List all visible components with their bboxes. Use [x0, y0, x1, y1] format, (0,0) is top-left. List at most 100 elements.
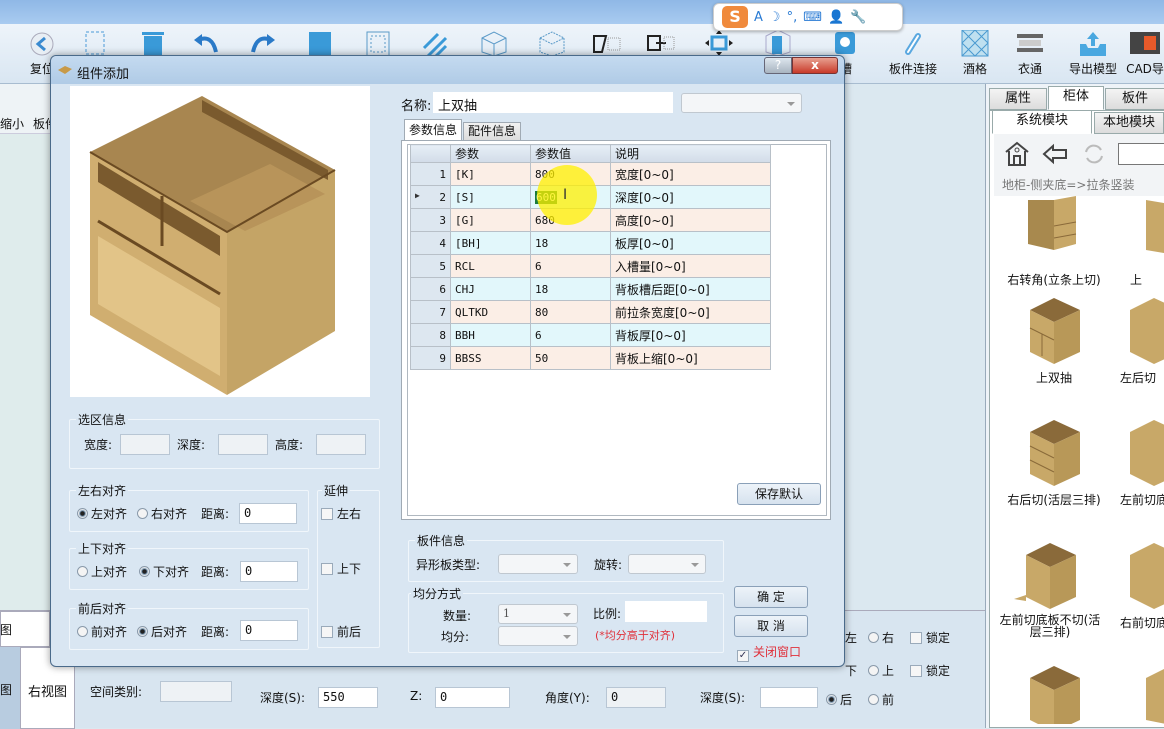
value-cell[interactable]: 18 [530, 277, 611, 301]
view-tab-left[interactable]: 图 [0, 621, 12, 638]
param-cell[interactable]: [G] [450, 208, 531, 232]
name-type-select[interactable] [681, 93, 802, 113]
desc-cell[interactable]: 宽度[0~0] [610, 162, 771, 186]
tab-system-modules[interactable]: 系统模块 [992, 110, 1092, 134]
ratio-input[interactable] [625, 601, 707, 622]
wrench-icon[interactable]: 🔧 [850, 10, 866, 25]
value-cell[interactable]: 800 [530, 162, 611, 186]
value-cell[interactable]: 600 [530, 185, 611, 209]
hatch-icon[interactable] [420, 30, 450, 58]
zoom-out-button[interactable]: 缩小 [0, 115, 24, 132]
view-tab-left2[interactable]: 图 [0, 681, 12, 698]
param-cell[interactable]: [BH] [450, 231, 531, 255]
trash-icon[interactable] [138, 28, 168, 58]
depth-input[interactable]: 550 [318, 687, 378, 708]
move-right-icon[interactable] [646, 32, 678, 56]
desc-cell[interactable]: 入槽量[0~0] [610, 254, 771, 278]
param-cell[interactable]: RCL [450, 254, 531, 278]
ime-mode-icon[interactable]: A [754, 10, 763, 25]
shape-type-select[interactable] [498, 554, 578, 574]
desc-cell[interactable]: 背板上缩[0~0] [610, 346, 771, 370]
cube-dashed-icon[interactable] [536, 28, 568, 58]
ud-distance-input[interactable]: 0 [240, 561, 298, 582]
help-button[interactable]: ? [764, 57, 792, 74]
library-item[interactable]: 右转角(立条上切) [1004, 196, 1104, 288]
name-input[interactable]: 上双抽 [433, 92, 673, 114]
extend-fb-checkbox[interactable]: 前后 [321, 623, 361, 640]
cad-export-button[interactable]: CAD导 [1123, 26, 1164, 82]
table-row[interactable]: 3 [G] 680 高度[0~0] [410, 208, 771, 232]
param-cell[interactable]: CHJ [450, 277, 531, 301]
library-search-input[interactable] [1118, 143, 1164, 165]
table-row[interactable]: 7 QLTKD 80 前拉条宽度[0~0] [410, 300, 771, 324]
hanger-rod-button[interactable]: 衣通 [1010, 26, 1050, 82]
back-icon[interactable] [1041, 142, 1069, 166]
library-item[interactable]: 上 [1106, 196, 1164, 288]
header-value[interactable]: 参数值 [530, 144, 611, 163]
ime-punct-icon[interactable]: °, [787, 10, 798, 25]
extend-ud-checkbox[interactable]: 上下 [321, 560, 361, 577]
right-view-tab[interactable]: 右视图 [28, 681, 67, 700]
radio-front[interactable]: 前 [868, 691, 894, 708]
value-cell[interactable]: 50 [530, 346, 611, 370]
depth2-input[interactable] [760, 687, 818, 708]
redo-icon[interactable] [247, 30, 277, 58]
param-cell[interactable]: BBSS [450, 346, 531, 370]
table-row[interactable]: 1 [K] 800 宽度[0~0] [410, 162, 771, 186]
split-select[interactable] [498, 626, 578, 646]
tab-local-modules[interactable]: 本地模块 [1094, 112, 1164, 134]
tab-cabinet[interactable]: 柜体 [1048, 86, 1104, 110]
table-row[interactable]: 5 RCL 6 入槽量[0~0] [410, 254, 771, 278]
close-button[interactable]: x [792, 57, 838, 74]
sel-width-input[interactable] [120, 434, 170, 455]
radio-left-align[interactable]: 左对齐 [77, 505, 127, 522]
desc-cell[interactable]: 高度[0~0] [610, 208, 771, 232]
value-cell[interactable]: 80 [530, 300, 611, 324]
param-cell[interactable]: QLTKD [450, 300, 531, 324]
row-number[interactable]: 9 [410, 346, 451, 370]
value-cell[interactable]: 680 [530, 208, 611, 232]
row-number[interactable]: 4 [410, 231, 451, 255]
lock-checkbox-2[interactable]: 锁定 [910, 662, 950, 679]
ok-button[interactable]: 确 定 [734, 586, 808, 608]
count-select[interactable]: 1 [498, 604, 578, 624]
table-row[interactable]: 9 BBSS 50 背板上缩[0~0] [410, 346, 771, 370]
param-cell[interactable]: [K] [450, 162, 531, 186]
table-row[interactable]: 8 BBH 6 背板厚[0~0] [410, 323, 771, 347]
keyboard-icon[interactable]: ⌨ [803, 10, 822, 25]
radio-back[interactable]: 后 [826, 691, 852, 708]
dialog-title-bar[interactable]: 组件添加 ? x [51, 56, 844, 84]
tab-accessories[interactable]: 配件信息 [463, 122, 521, 141]
close-window-checkbox[interactable]: ✓ 关闭窗口 [737, 643, 801, 662]
row-number[interactable]: 5 [410, 254, 451, 278]
library-item[interactable]: 右前切底 [1106, 539, 1164, 631]
panel-link-button[interactable]: 板件连接 [885, 26, 941, 82]
radio-bottom-align[interactable]: 下对齐 [139, 563, 189, 580]
extend-lr-checkbox[interactable]: 左右 [321, 505, 361, 522]
space-type-input[interactable] [160, 681, 232, 702]
radio-up[interactable]: 上 [868, 662, 894, 679]
library-item[interactable]: 上双抽 [1004, 294, 1104, 386]
lock-checkbox-1[interactable]: 锁定 [910, 629, 950, 646]
tab-params[interactable]: 参数信息 [404, 119, 462, 141]
sel-height-input[interactable] [316, 434, 366, 455]
lr-distance-input[interactable]: 0 [239, 503, 297, 524]
library-item[interactable]: 左前切底 [1106, 416, 1164, 508]
desc-cell[interactable]: 深度[0~0] [610, 185, 771, 209]
value-cell[interactable]: 6 [530, 323, 611, 347]
desc-cell[interactable]: 背板槽后距[0~0] [610, 277, 771, 301]
row-number[interactable]: 3 [410, 208, 451, 232]
panel-fill-icon[interactable] [305, 30, 335, 58]
library-item[interactable]: 左前切底板不切(活层三排) [994, 539, 1106, 638]
desc-cell[interactable]: 板厚[0~0] [610, 231, 771, 255]
refresh-icon[interactable] [1081, 142, 1107, 166]
param-cell[interactable]: BBH [450, 323, 531, 347]
rotate-select[interactable] [628, 554, 706, 574]
resize-icon[interactable] [703, 28, 735, 58]
header-desc[interactable]: 说明 [610, 144, 771, 163]
user-icon[interactable]: 👤 [828, 10, 844, 25]
row-number[interactable]: 6 [410, 277, 451, 301]
ime-toolbar[interactable]: S A ☽ °, ⌨ 👤 🔧 [713, 3, 903, 31]
radio-right-align[interactable]: 右对齐 [137, 505, 187, 522]
radio-back-align[interactable]: 后对齐 [137, 623, 187, 640]
